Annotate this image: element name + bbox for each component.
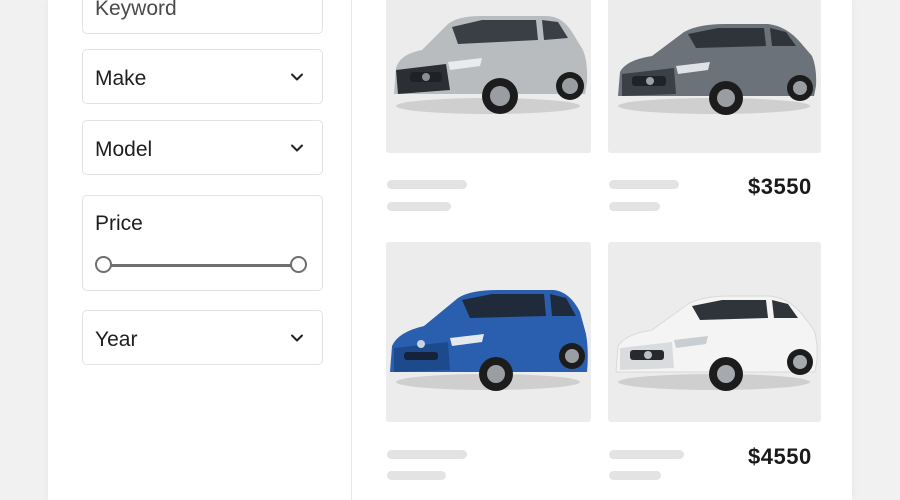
listing-subtitle-placeholder xyxy=(387,471,446,480)
price-slider-track[interactable] xyxy=(105,264,301,267)
listing-image[interactable] xyxy=(386,0,591,153)
listing-subtitle-placeholder xyxy=(609,471,661,480)
chevron-down-icon xyxy=(291,144,303,152)
model-label: Model xyxy=(95,138,153,161)
price-filter: Price xyxy=(82,195,323,291)
listing-subtitle-placeholder xyxy=(387,202,451,211)
listing-image[interactable] xyxy=(386,242,591,422)
year-label: Year xyxy=(95,328,138,351)
keyword-input[interactable]: Keyword xyxy=(82,0,323,34)
chevron-down-icon xyxy=(291,334,303,342)
listing-title-placeholder xyxy=(609,180,679,189)
listing-subtitle-placeholder xyxy=(609,202,660,211)
listing-title-placeholder xyxy=(609,450,684,459)
listing-image[interactable] xyxy=(608,0,821,153)
sedan-car-image xyxy=(618,24,817,115)
sidebar-divider xyxy=(351,0,352,500)
keyword-placeholder: Keyword xyxy=(95,0,177,20)
listing-price: $3550 xyxy=(748,174,812,199)
price-slider-min-handle[interactable] xyxy=(95,256,112,273)
chevron-down-icon xyxy=(291,73,303,81)
year-select[interactable]: Year xyxy=(82,310,323,365)
sedan-car-image xyxy=(615,295,818,391)
make-label: Make xyxy=(95,67,147,90)
listing-title-placeholder xyxy=(387,180,467,189)
hatchback-car-image xyxy=(390,290,588,391)
suv-car-image xyxy=(394,16,588,114)
price-slider-max-handle[interactable] xyxy=(290,256,307,273)
model-select[interactable]: Model xyxy=(82,120,323,175)
make-select[interactable]: Make xyxy=(82,49,323,104)
listing-image[interactable] xyxy=(608,242,821,422)
price-label: Price xyxy=(95,212,143,235)
listing-price: $4550 xyxy=(748,444,812,469)
listing-title-placeholder xyxy=(387,450,467,459)
